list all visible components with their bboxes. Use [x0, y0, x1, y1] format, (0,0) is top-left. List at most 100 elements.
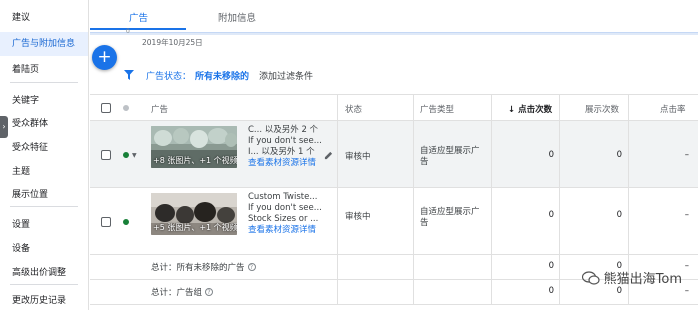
ad-thumbnail[interactable]: +8 张图片、+1 个视频	[151, 126, 237, 168]
watermark-text: 熊猫出海Tom	[603, 272, 682, 287]
filter-label[interactable]: 广告状态：	[146, 69, 191, 82]
column-header-ad-type[interactable]: 广告类型	[420, 103, 454, 115]
impressions-value: 0	[616, 150, 622, 160]
add-ad-button[interactable]: +	[92, 45, 117, 70]
column-divider	[559, 255, 560, 279]
sidebar-item-topics[interactable]: 主题	[12, 164, 30, 177]
timeline-date-label: 2019年10月25日	[142, 38, 203, 47]
filter-value[interactable]: 所有未移除的	[195, 69, 249, 82]
column-header-impressions[interactable]: 展示次数	[585, 103, 619, 115]
clicks-value: 0	[548, 261, 554, 271]
status-dot-icon[interactable]	[123, 219, 129, 225]
watermark: 熊猫出海Tom	[581, 268, 682, 287]
wechat-icon	[581, 270, 600, 285]
table-row[interactable]: ▼ +8 张图片、+1 个视频 C... 以及另外 2 个 If you don…	[90, 121, 698, 188]
clicks-value: 0	[548, 150, 554, 160]
help-icon[interactable]: ?	[247, 263, 256, 271]
column-divider	[559, 188, 560, 254]
column-header-clicks[interactable]: ↓ 点击次数	[508, 103, 552, 115]
ad-type-text: 自适应型展示广	[420, 146, 480, 156]
sidebar-item-audiences[interactable]: 受众群体	[12, 116, 48, 129]
column-divider	[413, 121, 414, 187]
status-dot-icon[interactable]	[123, 152, 129, 158]
sidebar-collapse-handle[interactable]: ›	[0, 116, 8, 138]
column-divider	[337, 95, 338, 120]
column-divider	[491, 95, 492, 120]
ad-headline: C... 以及另外 2 个	[248, 125, 319, 135]
column-divider	[559, 280, 560, 304]
thumbnail-caption: +5 张图片、+1 个视频	[153, 223, 237, 232]
clicks-value: 0	[548, 286, 554, 296]
sidebar-item-ads-extensions[interactable]: 广告与附加信息	[0, 32, 88, 56]
pencil-icon[interactable]	[324, 151, 333, 160]
row-checkbox[interactable]	[101, 217, 111, 227]
totals-label: 总计：所有未移除的广告?	[151, 261, 256, 273]
impressions-value: 0	[616, 210, 622, 220]
sidebar-item-change-history[interactable]: 更改历史记录	[12, 293, 66, 306]
ad-type-text: 告	[420, 218, 429, 228]
column-divider	[337, 121, 338, 187]
sidebar-item-settings[interactable]: 设置	[12, 217, 30, 230]
column-divider	[337, 280, 338, 304]
ad-headline: Custom Twiste...	[248, 192, 318, 202]
tab-active-indicator	[90, 28, 186, 30]
column-divider	[413, 188, 414, 254]
ctr-value: –	[684, 150, 689, 160]
row-checkbox[interactable]	[101, 150, 111, 160]
ctr-value: –	[684, 286, 689, 296]
plus-icon: +	[97, 47, 112, 67]
ad-type-text: 自适应型展示广	[420, 207, 480, 217]
sidebar-item-advanced-bid-adjustments[interactable]: 高级出价调整	[12, 265, 66, 278]
table-row[interactable]: +5 张图片、+1 个视频 Custom Twiste... If you do…	[90, 188, 698, 255]
timeline-zero-label: 0	[126, 28, 130, 35]
filter-row: 广告状态： 所有未移除的 添加过滤条件	[124, 68, 313, 82]
tab-extensions[interactable]: 附加信息	[218, 10, 256, 24]
table-header-row: 广告 状态 广告类型 ↓ 点击次数 展示次数 点击率	[90, 94, 698, 121]
sidebar-item-landing-pages[interactable]: 着陆页	[12, 62, 39, 75]
help-icon[interactable]: ?	[205, 288, 214, 296]
ad-description: Stock Sizes or ...	[248, 214, 319, 224]
sidebar-divider	[10, 284, 78, 285]
chevron-down-icon[interactable]: ▼	[132, 152, 137, 159]
sidebar-item-placements[interactable]: 展示位置	[12, 187, 48, 200]
tab-ads[interactable]: 广告	[129, 10, 148, 24]
filter-icon[interactable]	[124, 70, 134, 80]
column-divider	[559, 95, 560, 120]
sidebar-item-suggestions[interactable]: 建议	[12, 10, 30, 23]
clicks-value: 0	[548, 210, 554, 220]
column-divider	[491, 255, 492, 279]
column-header-status[interactable]: 状态	[345, 103, 362, 115]
column-header-ctr[interactable]: 点击率	[660, 103, 686, 115]
column-divider	[628, 121, 629, 187]
totals-label: 总计：广告组?	[151, 286, 214, 298]
view-asset-details-link[interactable]: 查看素材资源详情	[248, 158, 316, 169]
column-divider	[628, 188, 629, 254]
sidebar-item-keywords[interactable]: 关键字	[12, 93, 39, 106]
sidebar-item-demographics[interactable]: 受众特征	[12, 140, 48, 153]
timeline-bar	[90, 32, 698, 35]
column-divider	[413, 255, 414, 279]
column-divider	[337, 255, 338, 279]
column-header-ad[interactable]: 广告	[151, 103, 168, 115]
thumbnail-caption: +8 张图片、+1 个视频	[153, 156, 237, 165]
sidebar-nav: 建议 广告与附加信息 着陆页 关键字 受众群体 受众特征 主题 展示位置 设置 …	[0, 0, 89, 310]
column-divider	[628, 95, 629, 120]
status-text: 审核中	[345, 212, 371, 222]
add-filter-link[interactable]: 添加过滤条件	[259, 69, 313, 82]
ad-thumbnail[interactable]: +5 张图片、+1 个视频	[151, 193, 237, 235]
column-divider	[491, 280, 492, 304]
ctr-value: –	[684, 210, 689, 220]
ad-type-text: 告	[420, 157, 429, 167]
column-divider	[559, 121, 560, 187]
view-asset-details-link[interactable]: 查看素材资源详情	[248, 225, 316, 236]
tab-bar: 广告 附加信息	[90, 0, 698, 32]
ad-description: I... 以及另外 1 个	[248, 147, 315, 157]
sidebar-divider	[10, 206, 78, 207]
column-divider	[337, 188, 338, 254]
status-text: 审核中	[345, 152, 371, 162]
sidebar-item-devices[interactable]: 设备	[12, 241, 30, 254]
column-divider	[491, 188, 492, 254]
select-all-checkbox[interactable]	[101, 103, 111, 113]
status-dot-icon	[123, 105, 129, 111]
column-divider	[413, 280, 414, 304]
